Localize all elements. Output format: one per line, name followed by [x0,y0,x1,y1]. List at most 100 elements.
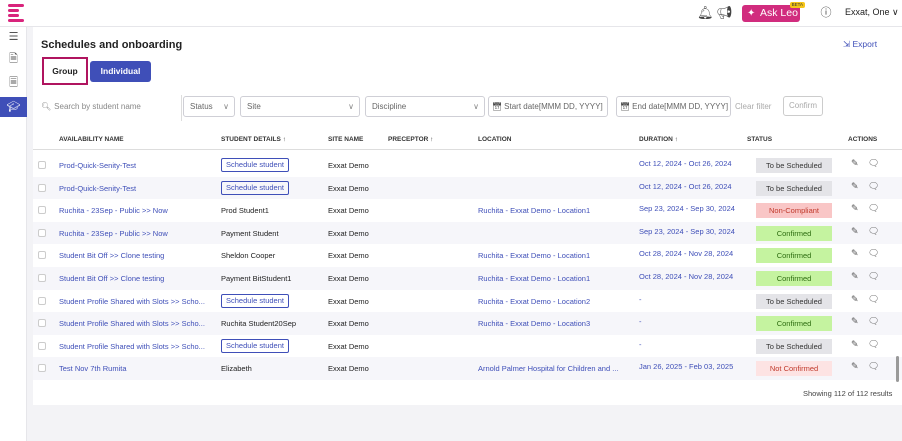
ask-leo-button[interactable]: ✦ Ask Leo BETA [742,2,805,22]
chat-icon[interactable]: 🗨︎ [868,361,879,372]
schedule-student-button[interactable]: Schedule student [221,180,289,195]
export-icon: ⇲ [843,39,851,49]
user-menu[interactable]: Exxat, One ∨ [845,7,899,18]
location-link[interactable]: Ruchita - Exxat Demo - Location1 [478,274,630,283]
table-row[interactable]: Prod-Quick-Senity-Test Schedule student Ex… [33,176,902,200]
bell-icon[interactable]: 🔔︎ [697,5,714,21]
student-name: Prod Student1 [221,206,269,216]
row-checkbox[interactable] [38,364,46,373]
availability-name-link[interactable]: Ruchita - 23Sep - Public >> Now [59,206,211,215]
edit-icon[interactable]: ✎ [851,294,859,305]
row-checkbox[interactable] [38,296,46,305]
row-checkbox[interactable] [38,273,46,282]
table-row[interactable]: Ruchita - 23Sep - Public >> Now Payment S… [33,221,902,245]
exxat-logo-icon[interactable] [8,4,24,22]
col-site-name[interactable]: SITE NAME [328,136,363,143]
duration: Sep 23, 2024 - Sep 30, 2024 [639,204,735,214]
tab-individual[interactable]: Individual [90,61,151,82]
row-checkbox[interactable] [38,206,46,215]
clear-filter-button[interactable]: Clear filter [735,102,771,111]
availability-name-link[interactable]: Prod-Quick-Senity-Test [59,184,211,193]
end-date-input[interactable]: 📅︎ End date[MMM DD, YYYY] [616,96,731,117]
table-row[interactable]: Test Nov 7th Rumita Elizabeth Exxat Demo Ar… [33,357,902,380]
row-checkbox[interactable] [38,251,46,260]
site-name: Exxat Demo [328,364,369,374]
edit-icon[interactable]: ✎ [851,271,859,282]
schedule-student-button[interactable]: Schedule student [221,158,289,172]
table-row[interactable]: Student Bit Off >> Clone testing Payment … [33,266,902,290]
table-row[interactable]: Student Profile Shared with Slots >> Sch… [33,335,902,358]
tab-group[interactable]: Group [42,57,88,85]
edit-icon[interactable]: ✎ [851,248,859,259]
edit-icon[interactable]: ✎ [851,181,859,192]
chat-icon[interactable]: 🗨︎ [868,271,879,282]
end-date-placeholder: End date[MMM DD, YYYY] [632,102,729,111]
edit-icon[interactable]: ✎ [851,203,859,214]
top-bar: 🔔︎ 📢︎ ✦ Ask Leo BETA ⓘ Exxat, One ∨ [0,0,902,27]
location-link[interactable]: Arnold Palmer Hospital for Children and … [478,364,630,373]
table-row[interactable]: Student Profile Shared with Slots >> Sch… [33,290,902,313]
location-link[interactable]: Ruchita - Exxat Demo - Location1 [478,251,630,260]
chat-icon[interactable]: 🗨︎ [868,203,879,214]
availability-name-link[interactable]: Student Bit Off >> Clone testing [59,251,211,260]
chat-icon[interactable]: 🗨︎ [868,181,879,192]
site-dropdown[interactable]: Site ∨ [240,96,360,117]
availability-name-link[interactable]: Prod-Quick-Senity-Test [59,161,211,170]
schedule-student-button[interactable]: Schedule student [221,338,289,353]
col-location[interactable]: LOCATION [478,136,511,143]
menu-icon[interactable]: ☰ [0,27,27,47]
location-link[interactable]: Ruchita - Exxat Demo - Location2 [478,297,630,306]
col-availability-name[interactable]: AVAILABILITY NAME [59,136,124,143]
edit-icon[interactable]: ✎ [851,226,859,237]
row-checkbox[interactable] [38,341,46,350]
availability-name-link[interactable]: Student Profile Shared with Slots >> Sch… [59,297,211,306]
chat-icon[interactable]: 🗨︎ [868,294,879,305]
table-row[interactable]: Ruchita - 23Sep - Public >> Now Prod Stud… [33,199,902,222]
row-checkbox[interactable] [38,183,46,192]
status-badge: Confirmed [756,225,832,241]
table-row[interactable]: Student Profile Shared with Slots >> Sch… [33,312,902,335]
sidebar-item-schedules[interactable]: 🎓︎ [0,97,27,117]
availability-name-link[interactable]: Student Bit Off >> Clone testing [59,274,211,283]
main-panel: Schedules and onboarding ⇲ Export Group … [33,27,902,405]
beta-badge: BETA [789,2,805,8]
confirm-button[interactable]: Confirm [783,96,823,116]
edit-icon[interactable]: ✎ [851,158,859,169]
col-preceptor[interactable]: PRECEPTOR ↑ [388,136,433,143]
col-status[interactable]: STATUS [747,136,772,143]
duration: - [639,294,642,304]
chat-icon[interactable]: 🗨︎ [868,339,879,350]
megaphone-icon[interactable]: 📢︎ [716,5,733,21]
location-link[interactable]: Ruchita - Exxat Demo - Location1 [478,206,630,215]
sidebar-item-documents[interactable]: 🗎 [0,49,27,69]
schedule-student-button[interactable]: Schedule student [221,293,289,308]
edit-icon[interactable]: ✎ [851,361,859,372]
start-date-input[interactable]: 📅︎ Start date[MMM DD, YYYY] [488,96,608,117]
availability-name-link[interactable]: Student Profile Shared with Slots >> Sch… [59,342,211,351]
availability-name-link[interactable]: Student Profile Shared with Slots >> Sch… [59,319,211,328]
availability-name-link[interactable]: Ruchita - 23Sep - Public >> Now [59,229,211,238]
status-badge: Confirmed [756,270,832,286]
row-checkbox[interactable] [38,161,46,169]
edit-icon[interactable]: ✎ [851,316,859,327]
sidebar-item-reports[interactable]: 🗏 [0,73,27,93]
chat-icon[interactable]: 🗨︎ [868,248,879,259]
chat-icon[interactable]: 🗨︎ [868,226,879,237]
location-link[interactable]: Ruchita - Exxat Demo - Location3 [478,319,630,328]
help-icon[interactable]: ⓘ [818,5,834,21]
export-button[interactable]: ⇲ Export [843,39,877,50]
col-student-details[interactable]: STUDENT DETAILS ↑ [221,136,286,143]
row-checkbox[interactable] [38,228,46,237]
chat-icon[interactable]: 🗨︎ [868,316,879,327]
search-input[interactable]: 🔍︎ Search by student name [41,102,141,111]
status-dropdown[interactable]: Status ∨ [183,96,235,117]
row-checkbox[interactable] [38,319,46,328]
edit-icon[interactable]: ✎ [851,339,859,350]
table-row[interactable]: Prod-Quick-Senity-Test Schedule student Ex… [33,154,902,177]
discipline-dropdown[interactable]: Discipline ∨ [365,96,485,117]
chat-icon[interactable]: 🗨︎ [868,158,879,169]
table-row[interactable]: Student Bit Off >> Clone testing Sheldon … [33,244,902,267]
scrollbar[interactable] [896,356,899,382]
col-duration[interactable]: DURATION ↑ [639,136,678,143]
availability-name-link[interactable]: Test Nov 7th Rumita [59,364,211,373]
